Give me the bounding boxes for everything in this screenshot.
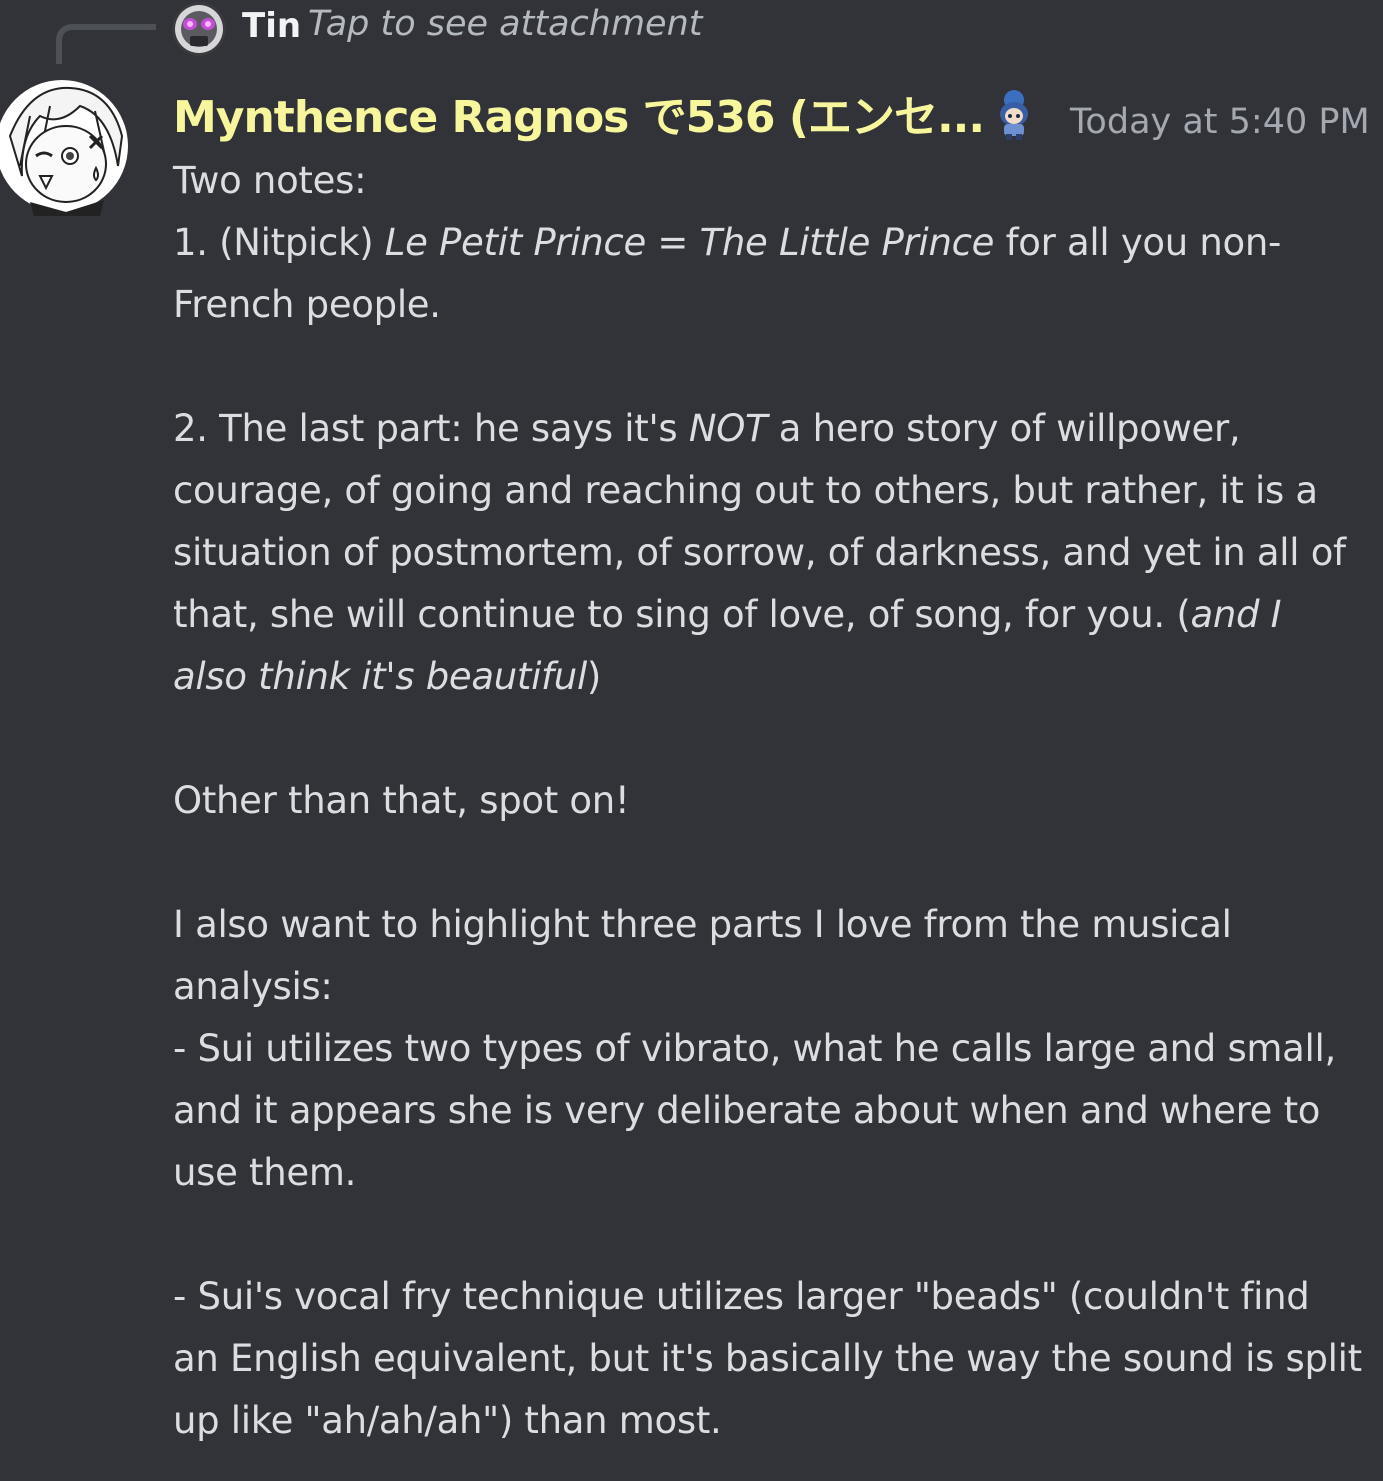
note2-prefix: 2. The last part: he says it's bbox=[173, 407, 689, 450]
note1-title-english: The Little Prince bbox=[699, 221, 995, 264]
message-bullet-1: - Sui utilizes two types of vibrato, wha… bbox=[173, 1018, 1363, 1204]
author-avatar[interactable] bbox=[0, 76, 132, 216]
chibi-character-icon[interactable] bbox=[990, 86, 1038, 142]
text-highlight-intro: I also want to highlight three parts I l… bbox=[173, 903, 1232, 1008]
message-bullet-2: - Sui's vocal fry technique utilizes lar… bbox=[173, 1266, 1363, 1452]
author-name[interactable]: Mynthence Ragnos で536 (エンセ... bbox=[173, 90, 985, 146]
message-content: Two notes: 1. (Nitpick) Le Petit Prince … bbox=[173, 150, 1363, 1452]
note1-prefix: 1. (Nitpick) bbox=[173, 221, 385, 264]
note1-equals: = bbox=[645, 221, 700, 264]
text-other: Other than that, spot on! bbox=[173, 779, 630, 822]
text-bullet-1: - Sui utilizes two types of vibrato, wha… bbox=[173, 1027, 1336, 1194]
text-bullet-2: - Sui's vocal fry technique utilizes lar… bbox=[173, 1275, 1362, 1442]
reply-avatar[interactable] bbox=[172, 2, 226, 56]
note2-emphasis: NOT bbox=[688, 407, 768, 450]
message-timestamp: Today at 5:40 PM bbox=[1070, 102, 1370, 142]
note1-title-french: Le Petit Prince bbox=[384, 221, 646, 264]
message-other: Other than that, spot on! bbox=[173, 770, 1363, 832]
message-note-2: 2. The last part: he says it's NOT a her… bbox=[173, 398, 1363, 708]
message-line: Two notes: bbox=[173, 150, 1363, 212]
message-note-1: 1. (Nitpick) Le Petit Prince = The Littl… bbox=[173, 212, 1363, 336]
reply-author[interactable]: Tin bbox=[242, 6, 301, 46]
message-highlight-intro: I also want to highlight three parts I l… bbox=[173, 894, 1363, 1018]
reply-spine bbox=[56, 24, 156, 64]
text-two-notes: Two notes: bbox=[173, 159, 367, 202]
reply-preview[interactable]: Tap to see attachment bbox=[308, 4, 703, 44]
note2-close: ) bbox=[586, 655, 602, 698]
